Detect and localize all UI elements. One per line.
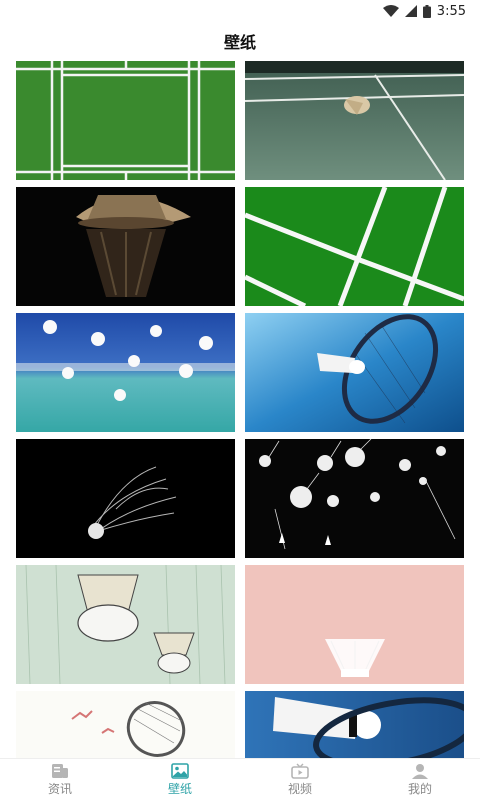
status-bar: 3:55 bbox=[0, 0, 480, 22]
tab-news-label: 资讯 bbox=[47, 782, 72, 796]
image-icon bbox=[171, 763, 189, 779]
wallpaper-thumbnail[interactable] bbox=[16, 439, 235, 558]
wallpaper-thumbnail[interactable] bbox=[16, 313, 235, 432]
tab-wallpaper-label: 壁纸 bbox=[167, 782, 192, 796]
tab-video[interactable]: 视频 bbox=[240, 759, 360, 801]
wallpaper-thumbnail[interactable] bbox=[245, 61, 464, 180]
battery-icon bbox=[422, 4, 431, 18]
wallpaper-thumbnail[interactable] bbox=[245, 565, 464, 684]
tab-profile[interactable]: 我的 bbox=[360, 759, 480, 801]
status-time: 3:55 bbox=[436, 3, 466, 19]
wallpaper-thumbnail[interactable] bbox=[16, 61, 235, 180]
wallpaper-thumbnail[interactable] bbox=[245, 691, 464, 758]
wallpaper-thumbnail[interactable] bbox=[245, 187, 464, 306]
wallpaper-thumbnail[interactable] bbox=[16, 565, 235, 684]
wallpaper-thumbnail[interactable] bbox=[16, 691, 235, 758]
news-icon bbox=[51, 763, 69, 779]
tab-wallpaper[interactable]: 壁纸 bbox=[120, 759, 240, 801]
wifi-icon bbox=[382, 5, 399, 17]
tv-icon bbox=[291, 763, 309, 779]
bottom-tab-bar: 资讯 壁纸 视频 我的 bbox=[0, 758, 480, 801]
page-title: 壁纸 bbox=[223, 33, 256, 52]
tab-profile-label: 我的 bbox=[407, 782, 432, 796]
wallpaper-grid[interactable] bbox=[16, 61, 464, 758]
signal-icon bbox=[404, 5, 417, 17]
tab-news[interactable]: 资讯 bbox=[0, 759, 120, 801]
wallpaper-thumbnail[interactable] bbox=[245, 439, 464, 558]
wallpaper-thumbnail[interactable] bbox=[245, 313, 464, 432]
wallpaper-thumbnail[interactable] bbox=[16, 187, 235, 306]
tab-video-label: 视频 bbox=[287, 782, 312, 796]
profile-icon bbox=[411, 763, 429, 779]
